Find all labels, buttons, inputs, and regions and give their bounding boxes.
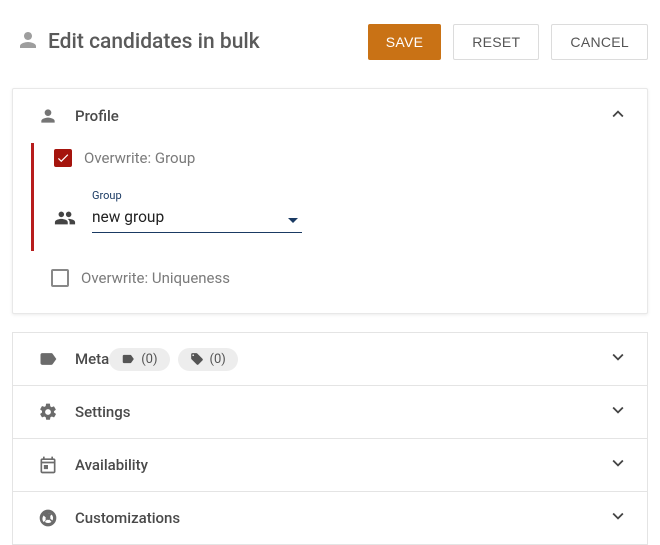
customizations-section-header[interactable]: Customizations xyxy=(13,492,647,545)
group-field-label: Group xyxy=(92,189,302,202)
overwrite-group-label: Overwrite: Group xyxy=(84,149,195,167)
meta-chip-labels[interactable]: (0) xyxy=(109,348,169,371)
profile-section-header[interactable]: Profile xyxy=(13,89,647,143)
chevron-down-icon xyxy=(607,399,629,425)
group-combobox-input[interactable] xyxy=(92,204,302,233)
gear-icon xyxy=(37,402,59,422)
profile-section: Profile Overwrite: Group Group xyxy=(12,88,648,314)
support-icon xyxy=(37,508,59,528)
group-field[interactable]: Group xyxy=(92,189,302,233)
label-fill-icon xyxy=(121,352,135,366)
cancel-button[interactable]: CANCEL xyxy=(551,24,648,60)
meta-chip-labels-count: (0) xyxy=(141,352,157,367)
chevron-down-icon xyxy=(607,452,629,478)
calendar-icon xyxy=(37,455,59,475)
chevron-up-icon xyxy=(607,103,629,129)
page-header: Edit candidates in bulk SAVE RESET CANCE… xyxy=(12,12,648,60)
meta-section-title: Meta xyxy=(75,350,109,368)
person-icon xyxy=(37,106,59,126)
overwrite-group-block: Overwrite: Group Group xyxy=(31,143,629,251)
page-title: Edit candidates in bulk xyxy=(48,30,260,54)
overwrite-uniqueness-checkbox[interactable] xyxy=(51,269,69,287)
profile-section-title: Profile xyxy=(75,107,607,125)
label-icon xyxy=(37,349,59,369)
reset-button[interactable]: RESET xyxy=(453,24,539,60)
settings-section-title: Settings xyxy=(75,403,131,421)
overwrite-uniqueness-label: Overwrite: Uniqueness xyxy=(81,269,230,287)
tag-icon xyxy=(190,352,204,366)
meta-section-header[interactable]: Meta (0) (0) xyxy=(13,333,647,386)
settings-section-header[interactable]: Settings xyxy=(13,386,647,439)
chevron-down-icon xyxy=(607,505,629,531)
meta-chip-tags-count: (0) xyxy=(210,352,226,367)
meta-chip-tags[interactable]: (0) xyxy=(178,348,238,371)
customizations-section-title: Customizations xyxy=(75,509,180,527)
save-button[interactable]: SAVE xyxy=(368,24,442,60)
chevron-down-icon xyxy=(607,346,629,372)
overwrite-group-checkbox[interactable] xyxy=(54,149,72,167)
account-icon xyxy=(16,28,40,56)
availability-section-title: Availability xyxy=(75,456,148,474)
availability-section-header[interactable]: Availability xyxy=(13,439,647,492)
people-icon xyxy=(54,207,76,233)
collapsed-sections: Meta (0) (0) Settings xyxy=(12,332,648,545)
